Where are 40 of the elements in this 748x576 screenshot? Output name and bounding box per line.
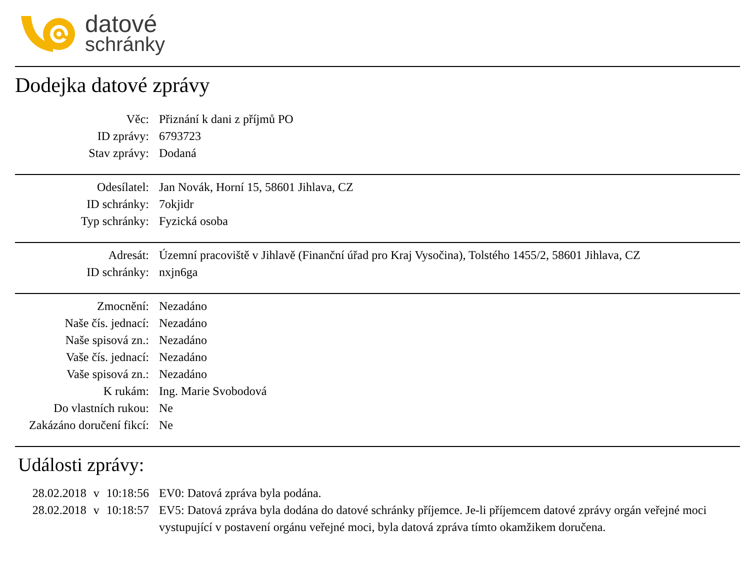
field-value: Fyzická osoba [159, 213, 229, 230]
field-value: Ing. Marie Svobodová [159, 383, 268, 400]
field-label: Adresát: [107, 247, 149, 264]
field-value: Nezadáno [159, 366, 208, 383]
field-value: Dodaná [159, 145, 198, 162]
event-timestamp: 28.02.2018 v 10:18:56 [31, 485, 149, 502]
field-label: Zakázáno doručení fikcí: [28, 417, 149, 434]
field-value: Územní pracoviště v Jihlavě (Finanční úřad pro Kraj Vysočina), Tolstého 1455/2, 58601 Jihlava, CZ [159, 247, 642, 264]
field-value: Přiznání k dani z příjmů PO [159, 111, 294, 128]
field-value: Ne [159, 400, 174, 417]
field-value: Ne [159, 417, 174, 434]
event-timestamp: 28.02.2018 v 10:18:57 [31, 502, 149, 519]
field-label: ID schránky: [86, 264, 149, 281]
field-value: 7okjidr [159, 196, 195, 213]
field-label: Typ schránky: [80, 213, 149, 230]
field-label: Naše spisová zn.: [64, 332, 149, 349]
field-value: 6793723 [159, 128, 202, 145]
field-value: Jan Novák, Horní 15, 58601 Jihlava, CZ [159, 179, 354, 196]
field-label: Naše čís. jednací: [64, 315, 149, 332]
field-value: Nezadáno [159, 315, 208, 332]
field-value: Nezadáno [159, 332, 208, 349]
logo-text: schránky [85, 36, 166, 54]
event-text: EV5: Datová zpráva byla dodána do datové schránky příjemce. Je-li příjemcem datové zprávy orgán veřejné moci vystupující v postavení orgánu veřejné moci, byla datová zpráva tímto okamžikem doručena. [159, 502, 708, 536]
field-value: Nezadáno [159, 349, 208, 366]
section-title: Události zprávy: [18, 455, 146, 477]
field-label: Vaše spisová zn.: [66, 366, 149, 383]
field-value: nxjn6ga [159, 264, 199, 281]
page-title: Dodejka datové zprávy [15, 73, 211, 98]
field-label: Věc: [125, 111, 149, 128]
field-label: Vaše čís. jednací: [65, 349, 149, 366]
field-label: ID schránky: [86, 196, 149, 213]
field-label: K rukám: [102, 383, 149, 400]
field-label: Odesílatel: [96, 179, 149, 196]
field-value: Nezadáno [159, 298, 208, 315]
field-label: ID zprávy: [96, 128, 149, 145]
field-label: Zmocnění: [96, 298, 149, 315]
field-label: Stav zprávy: [88, 145, 149, 162]
field-label: Do vlastních rukou: [52, 400, 149, 417]
logo-text: datové [85, 14, 158, 36]
event-text: EV0: Datová zpráva byla podána. [159, 485, 322, 502]
